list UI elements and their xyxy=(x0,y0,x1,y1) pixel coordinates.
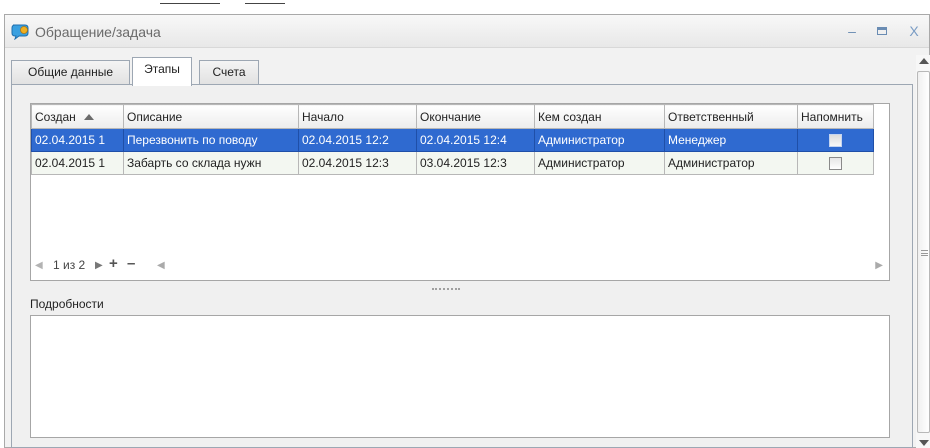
cell-created-by[interactable]: Администратор xyxy=(534,128,665,152)
cell-responsible[interactable]: Администратор xyxy=(664,151,798,175)
splitter-handle[interactable] xyxy=(432,288,460,292)
background-fragment xyxy=(160,0,220,4)
cell-created[interactable]: 02.04.2015 1 xyxy=(31,128,124,152)
maximize-icon xyxy=(877,27,887,36)
stages-grid: Создан Описание Начало Окончание Кем соз… xyxy=(30,103,890,281)
cell-remind[interactable] xyxy=(797,151,874,175)
maximize-button[interactable] xyxy=(871,21,893,41)
cell-created[interactable]: 02.04.2015 1 xyxy=(31,151,124,175)
remind-checkbox[interactable] xyxy=(829,134,842,148)
cell-created-by[interactable]: Администратор xyxy=(534,151,665,175)
cell-end[interactable]: 03.04.2015 12:3 xyxy=(416,151,535,175)
record-position: 1 из 2 xyxy=(53,258,86,272)
tab-stages[interactable]: Этапы xyxy=(132,57,192,86)
delete-record-button[interactable]: – xyxy=(127,255,135,272)
app-icon xyxy=(11,24,29,40)
scroll-left-icon[interactable]: ◀ xyxy=(157,260,165,271)
table-header-row: Создан Описание Начало Окончание Кем соз… xyxy=(31,104,874,129)
column-header-end[interactable]: Окончание xyxy=(416,104,535,129)
task-window: Обращение/задача – X Общие данные Этапы … xyxy=(4,14,930,448)
scroll-up-icon[interactable] xyxy=(919,58,929,64)
column-header-description[interactable]: Описание xyxy=(123,104,299,129)
background-window-edge xyxy=(0,0,930,14)
background-fragment xyxy=(245,0,285,4)
remind-checkbox[interactable] xyxy=(829,157,842,171)
tab-general[interactable]: Общие данные xyxy=(11,60,130,84)
table-row[interactable]: 02.04.2015 1 Перезвонить по поводу 02.04… xyxy=(31,128,874,152)
scrollbar-grip-icon xyxy=(921,250,928,256)
scroll-right-icon[interactable]: ▶ xyxy=(875,260,883,271)
previous-record-icon[interactable]: ◀ xyxy=(35,260,43,271)
column-header-remind[interactable]: Напомнить xyxy=(797,104,874,129)
scrollbar-thumb[interactable] xyxy=(917,71,930,433)
column-header-created[interactable]: Создан xyxy=(31,104,124,129)
window-title: Обращение/задача xyxy=(35,24,161,40)
cell-start[interactable]: 02.04.2015 12:2 xyxy=(298,128,417,152)
cell-description[interactable]: Перезвонить по поводу xyxy=(123,128,299,152)
stages-table: Создан Описание Начало Окончание Кем соз… xyxy=(31,104,874,175)
cell-start[interactable]: 02.04.2015 12:3 xyxy=(298,151,417,175)
cell-responsible[interactable]: Менеджер xyxy=(664,128,798,152)
title-bar[interactable]: Обращение/задача – X xyxy=(5,15,929,48)
next-record-icon[interactable]: ▶ xyxy=(95,260,103,271)
column-header-created-by[interactable]: Кем создан xyxy=(534,104,665,129)
minimize-button[interactable]: – xyxy=(841,21,863,41)
sort-ascending-icon xyxy=(83,114,94,121)
cell-end[interactable]: 02.04.2015 12:4 xyxy=(416,128,535,152)
details-label: Подробности xyxy=(30,297,104,311)
tab-content: Создан Описание Начало Окончание Кем соз… xyxy=(11,84,913,448)
cell-remind[interactable] xyxy=(797,128,874,152)
tab-invoices[interactable]: Счета xyxy=(199,60,259,84)
table-row[interactable]: 02.04.2015 1 Забарть со склада нужн 02.0… xyxy=(31,151,874,175)
column-header-responsible[interactable]: Ответственный xyxy=(664,104,798,129)
add-record-button[interactable]: + xyxy=(109,255,118,272)
close-button[interactable]: X xyxy=(903,21,925,41)
vertical-scrollbar[interactable] xyxy=(916,55,930,448)
column-header-start[interactable]: Начало xyxy=(298,104,417,129)
details-textarea[interactable] xyxy=(30,315,890,438)
scroll-down-icon[interactable] xyxy=(919,440,929,446)
cell-description[interactable]: Забарть со склада нужн xyxy=(123,151,299,175)
